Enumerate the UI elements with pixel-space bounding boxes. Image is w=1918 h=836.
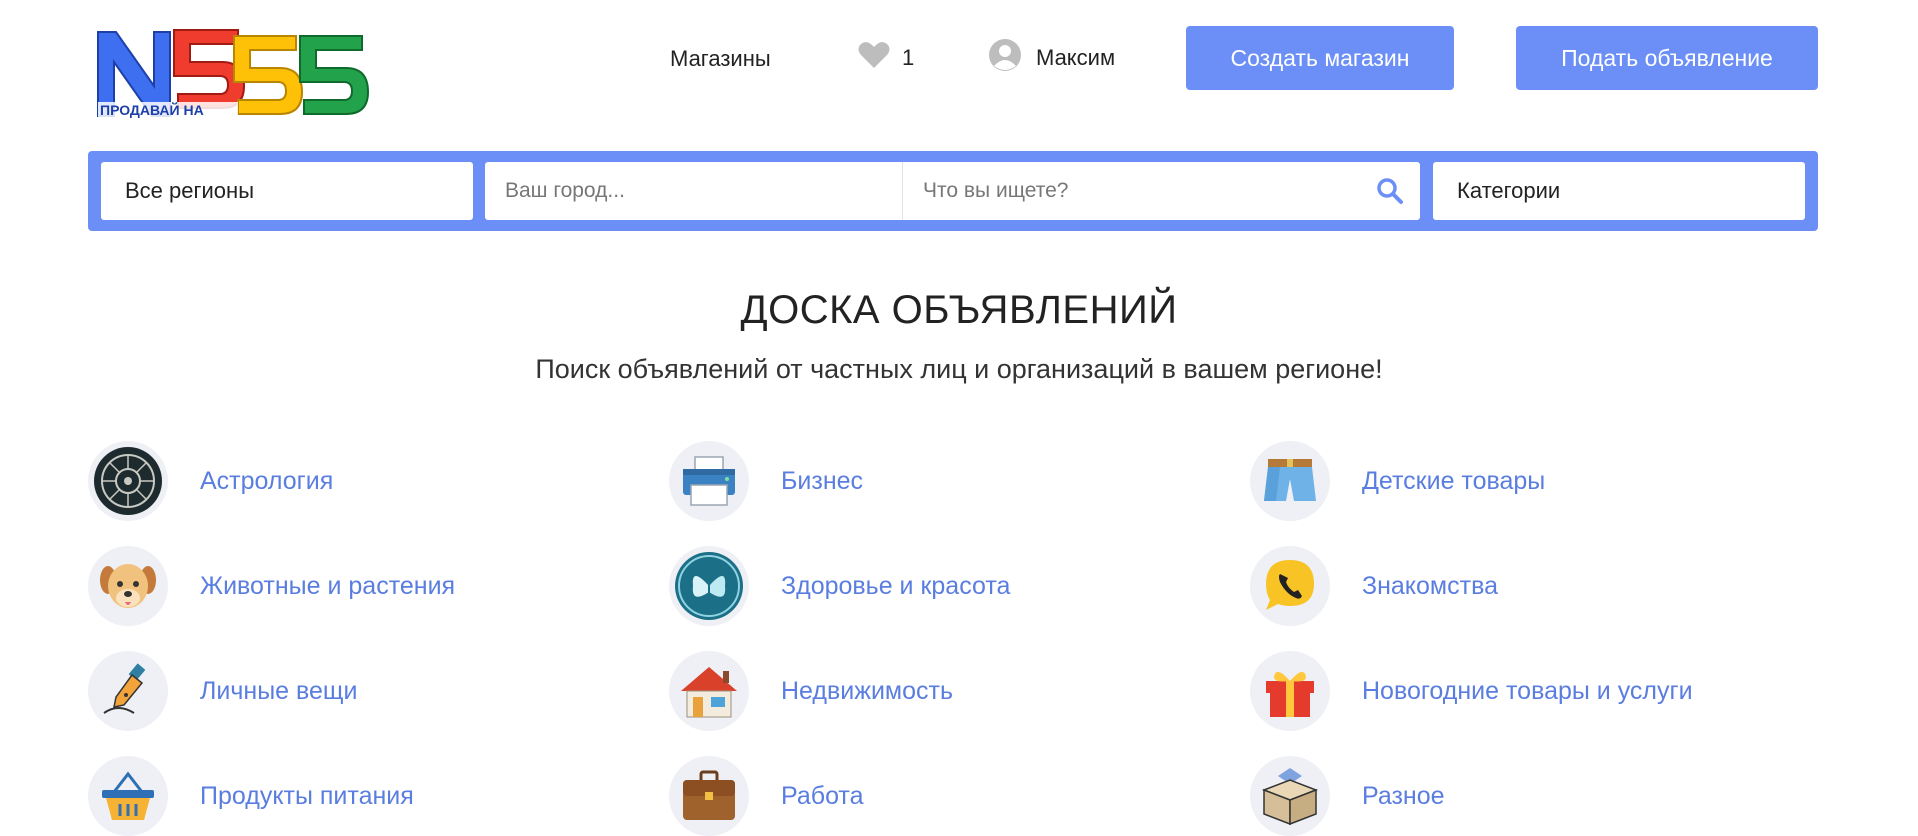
user-menu[interactable]: Максим: [988, 38, 1115, 78]
categories-select[interactable]: Категории: [1433, 162, 1805, 220]
category-item-personal-items[interactable]: Личные вещи: [88, 651, 357, 731]
header: ПРОДАВАЙ НА Магазины 1 Максим Создать ма…: [0, 0, 1918, 125]
region-select[interactable]: Все регионы: [101, 162, 473, 220]
shorts-icon: [1250, 441, 1330, 521]
search-group: Ваш город... Что вы ищете?: [485, 162, 1420, 220]
favorites-link[interactable]: 1: [858, 40, 914, 76]
zodiac-icon: [88, 441, 168, 521]
nav-shops-link[interactable]: Магазины: [670, 46, 771, 72]
category-item-business[interactable]: Бизнес: [669, 441, 863, 521]
category-label: Разное: [1362, 781, 1445, 810]
house-icon: [669, 651, 749, 731]
butterfly-icon: [669, 546, 749, 626]
user-name: Максим: [1036, 45, 1116, 70]
category-item-new-year[interactable]: Новогодние товары и услуги: [1250, 651, 1693, 731]
heart-icon: [858, 41, 890, 75]
post-ad-button[interactable]: Подать объявление: [1516, 26, 1818, 90]
search-input[interactable]: Что вы ищете?: [903, 162, 1363, 220]
fountain-pen-icon: [88, 651, 168, 731]
category-label: Продукты питания: [200, 781, 414, 810]
search-bar: Все регионы Ваш город... Что вы ищете? К…: [88, 151, 1818, 231]
category-label: Астрология: [200, 466, 334, 495]
briefcase-icon: [669, 756, 749, 836]
category-item-animals-plants[interactable]: Животные и растения: [88, 546, 455, 626]
site-logo[interactable]: ПРОДАВАЙ НА: [96, 28, 372, 120]
category-item-real-estate[interactable]: Недвижимость: [669, 651, 953, 731]
printer-icon: [669, 441, 749, 521]
category-item-dating[interactable]: Знакомства: [1250, 546, 1498, 626]
category-item-food[interactable]: Продукты питания: [88, 756, 414, 836]
favorites-count: 1: [902, 45, 915, 70]
create-shop-button[interactable]: Создать магазин: [1186, 26, 1454, 90]
category-label: Бизнес: [781, 466, 864, 495]
dog-icon: [88, 546, 168, 626]
category-label: Работа: [781, 781, 864, 810]
gift-icon: [1250, 651, 1330, 731]
city-input[interactable]: Ваш город...: [485, 162, 903, 220]
category-label: Знакомства: [1362, 571, 1498, 600]
category-item-kids-goods[interactable]: Детские товары: [1250, 441, 1545, 521]
box-icon: [1250, 756, 1330, 836]
logo-tagline: ПРОДАВАЙ НА: [100, 101, 204, 118]
category-item-misc[interactable]: Разное: [1250, 756, 1445, 836]
category-item-health-beauty[interactable]: Здоровье и красота: [669, 546, 1010, 626]
phone-chat-icon: [1250, 546, 1330, 626]
user-avatar-icon: [988, 38, 1022, 78]
category-label: Здоровье и красота: [781, 571, 1011, 600]
category-label: Личные вещи: [200, 676, 358, 705]
category-label: Животные и растения: [200, 571, 456, 600]
page-subtitle: Поиск объявлений от частных лиц и органи…: [535, 354, 1383, 384]
category-label: Детские товары: [1362, 466, 1546, 495]
category-label: Новогодние товары и услуги: [1362, 676, 1693, 705]
category-item-jobs[interactable]: Работа: [669, 756, 864, 836]
category-item-astrology[interactable]: Астрология: [88, 441, 333, 521]
basket-icon: [88, 756, 168, 836]
search-icon[interactable]: [1376, 177, 1404, 205]
page-title: ДОСКА ОБЪЯВЛЕНИЙ: [740, 288, 1178, 332]
category-label: Недвижимость: [781, 676, 953, 705]
